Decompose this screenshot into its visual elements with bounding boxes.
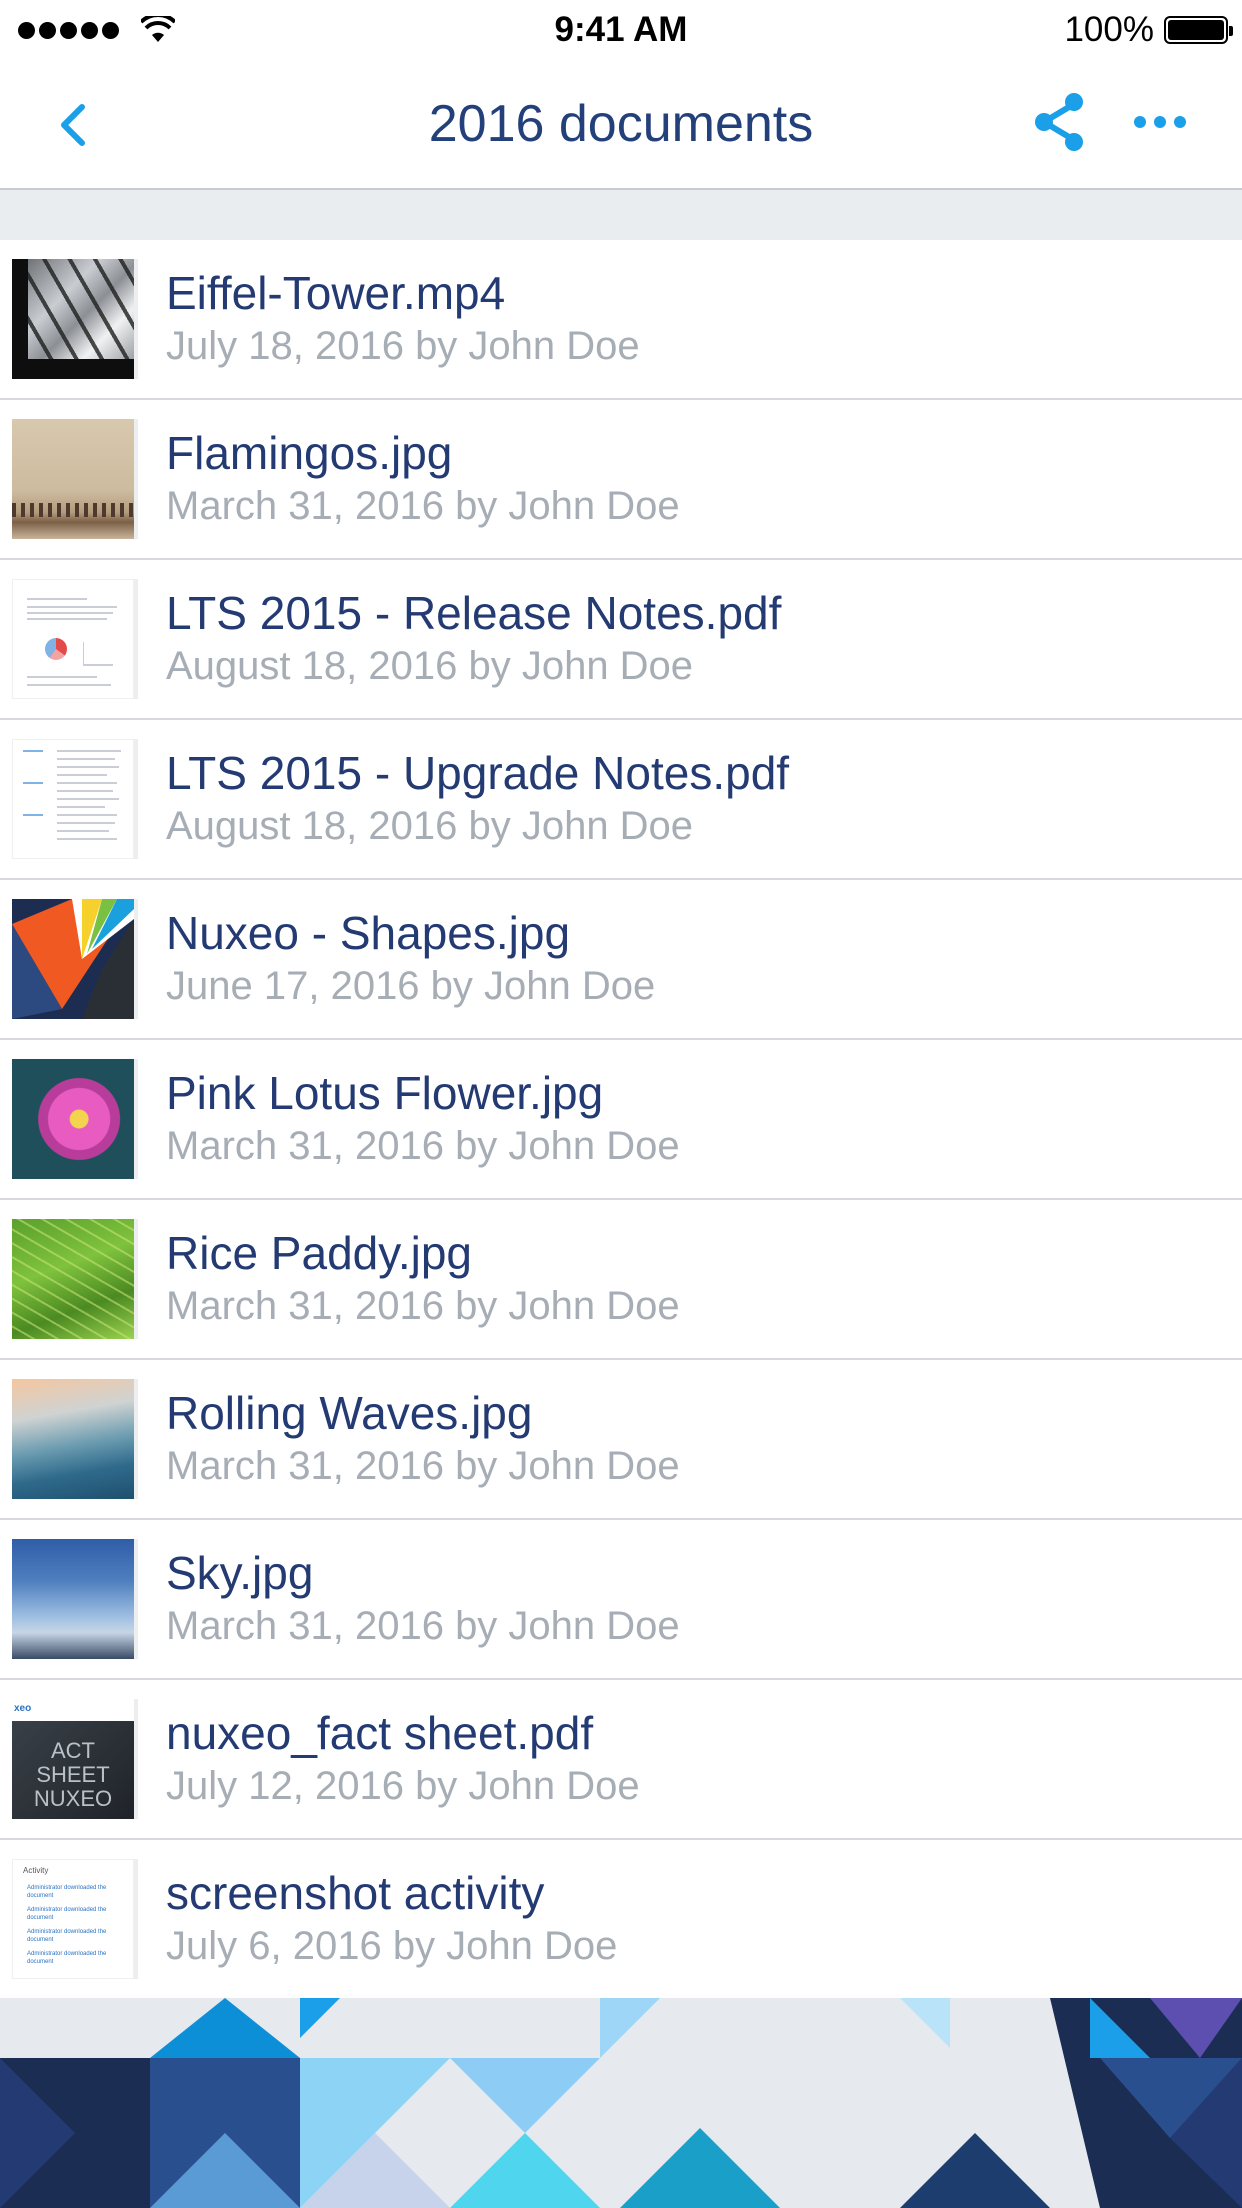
list-item[interactable]: xeo ACT SHEET NUXEO nuxeo_fact sheet.pdf… bbox=[0, 1680, 1242, 1840]
thumbnail-title: Activity bbox=[23, 1866, 49, 1875]
document-meta: March 31, 2016 by John Doe bbox=[166, 1604, 680, 1648]
share-icon[interactable] bbox=[1030, 90, 1090, 154]
thumbnail-image bbox=[12, 259, 134, 379]
document-meta: August 18, 2016 by John Doe bbox=[166, 644, 694, 688]
footer-pattern bbox=[0, 1998, 1242, 2208]
document-meta: July 6, 2016 by John Doe bbox=[166, 1924, 618, 1968]
document-meta: June 17, 2016 by John Doe bbox=[166, 964, 656, 1008]
document-meta: August 18, 2016 by John Doe bbox=[166, 804, 694, 848]
document-list: Eiffel-Tower.mp4 July 18, 2016 by John D… bbox=[0, 240, 1242, 2000]
list-item[interactable]: Pink Lotus Flower.jpg March 31, 2016 by … bbox=[0, 1040, 1242, 1200]
document-meta: March 31, 2016 by John Doe bbox=[166, 1124, 680, 1168]
more-icon[interactable] bbox=[1130, 112, 1190, 132]
list-item[interactable]: Sky.jpg March 31, 2016 by John Doe bbox=[0, 1520, 1242, 1680]
document-meta: March 31, 2016 by John Doe bbox=[166, 1444, 680, 1488]
thumbnail-entry: Administrator downloaded the document bbox=[27, 1951, 107, 1965]
nav-bar: 2016 documents bbox=[0, 60, 1242, 190]
thumbnail-image bbox=[12, 1379, 134, 1499]
document-name: Pink Lotus Flower.jpg bbox=[166, 1067, 604, 1119]
list-item[interactable]: Rolling Waves.jpg March 31, 2016 by John… bbox=[0, 1360, 1242, 1520]
document-name: screenshot activity bbox=[166, 1867, 545, 1919]
status-time: 9:41 AM bbox=[554, 10, 688, 49]
document-name: Flamingos.jpg bbox=[166, 427, 453, 479]
thumbnail-image bbox=[12, 579, 134, 699]
thumbnail-entry: Administrator downloaded the document bbox=[27, 1907, 107, 1921]
list-header-band bbox=[0, 190, 1242, 240]
status-bar: 9:41 AM 100% bbox=[0, 0, 1242, 60]
thumbnail-image bbox=[12, 419, 134, 539]
thumbnail-image: xeo ACT SHEET NUXEO bbox=[12, 1699, 134, 1819]
list-item[interactable]: Activity Administrator downloaded the do… bbox=[0, 1840, 1242, 2000]
thumbnail-image bbox=[12, 899, 134, 1019]
battery-icon bbox=[1164, 16, 1233, 44]
thumbnail-image bbox=[12, 1219, 134, 1339]
document-name: Rolling Waves.jpg bbox=[166, 1387, 533, 1439]
thumbnail-image bbox=[12, 1539, 134, 1659]
thumbnail-text: ACT SHEET bbox=[36, 1738, 110, 1787]
document-name: Nuxeo - Shapes.jpg bbox=[166, 907, 571, 959]
list-item[interactable]: LTS 2015 - Release Notes.pdf August 18, … bbox=[0, 560, 1242, 720]
document-name: Sky.jpg bbox=[166, 1547, 314, 1599]
thumbnail-image: Activity Administrator downloaded the do… bbox=[12, 1859, 134, 1979]
list-item[interactable]: LTS 2015 - Upgrade Notes.pdf August 18, … bbox=[0, 720, 1242, 880]
list-item[interactable]: Flamingos.jpg March 31, 2016 by John Doe bbox=[0, 400, 1242, 560]
document-meta: March 31, 2016 by John Doe bbox=[166, 1284, 680, 1328]
list-item[interactable]: Nuxeo - Shapes.jpg June 17, 2016 by John… bbox=[0, 880, 1242, 1040]
document-name: Eiffel-Tower.mp4 bbox=[166, 267, 506, 319]
document-name: nuxeo_fact sheet.pdf bbox=[166, 1707, 594, 1759]
list-item[interactable]: Rice Paddy.jpg March 31, 2016 by John Do… bbox=[0, 1200, 1242, 1360]
document-meta: July 12, 2016 by John Doe bbox=[166, 1764, 640, 1808]
document-name: LTS 2015 - Release Notes.pdf bbox=[166, 587, 782, 639]
list-item[interactable]: Eiffel-Tower.mp4 July 18, 2016 by John D… bbox=[0, 240, 1242, 400]
thumbnail-text: NUXEO bbox=[33, 1786, 113, 1811]
thumbnail-tag: xeo bbox=[14, 1703, 32, 1714]
document-meta: July 18, 2016 by John Doe bbox=[166, 324, 640, 368]
thumbnail-entry: Administrator downloaded the document bbox=[27, 1885, 107, 1899]
thumbnail-entry: Administrator downloaded the document bbox=[27, 1929, 107, 1943]
document-name: Rice Paddy.jpg bbox=[166, 1227, 472, 1279]
thumbnail-image bbox=[12, 739, 134, 859]
document-meta: March 31, 2016 by John Doe bbox=[166, 484, 680, 528]
thumbnail-image bbox=[12, 1059, 134, 1179]
document-name: LTS 2015 - Upgrade Notes.pdf bbox=[166, 747, 790, 799]
thumbnail-cover: ACT SHEET NUXEO bbox=[12, 1721, 134, 1819]
